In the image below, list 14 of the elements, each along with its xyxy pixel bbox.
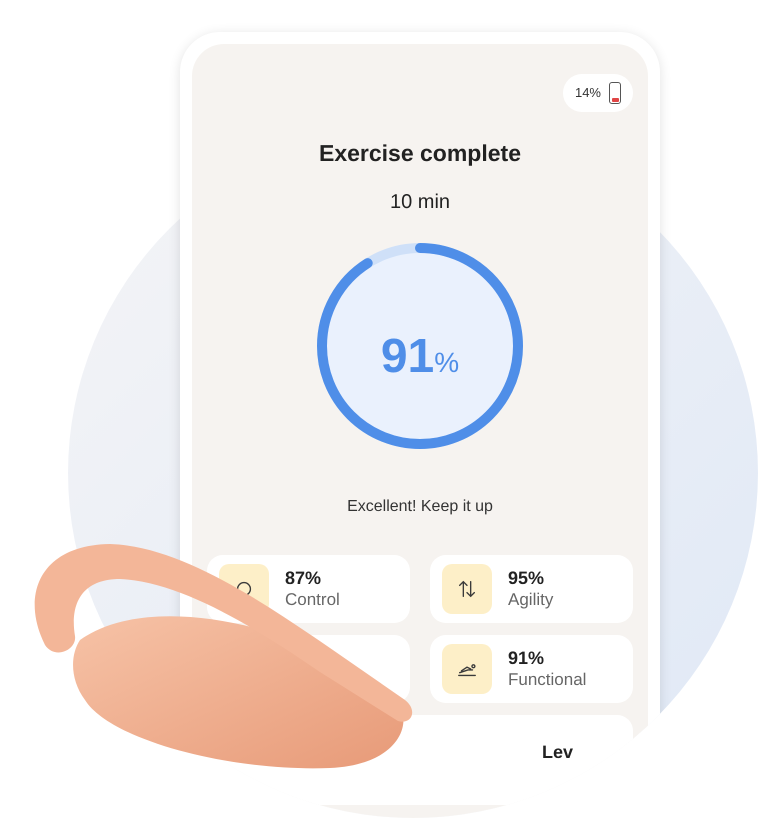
stat-label: Control [285,589,340,610]
stat-value: 91% [508,646,546,670]
score-value: 91 [380,328,434,384]
stat-label: Agility [508,589,554,610]
feedback-message: Excellent! Keep it up [347,496,493,516]
stat-value: 95% [508,566,546,590]
score-unit: % [434,346,460,380]
battery-percent: 14% [574,84,601,102]
battery-icon [609,82,621,104]
screen-title: Exercise complete [318,139,521,168]
duration-text: 10 min [390,190,450,214]
stat-label: Functional [508,669,586,690]
stat-value: 87% [285,566,322,590]
level-title: Lev [542,740,573,764]
